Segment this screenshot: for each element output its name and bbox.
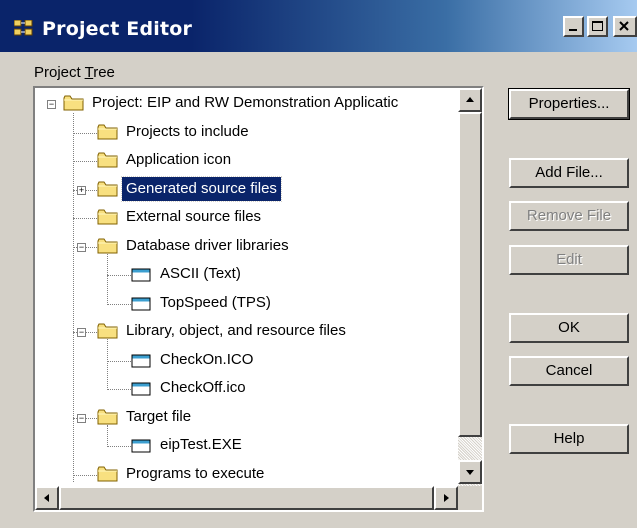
minimize-button[interactable] bbox=[563, 16, 584, 37]
tree-item-folder[interactable]: External source files bbox=[35, 205, 458, 231]
tree-item-file[interactable]: ASCII (Text) bbox=[35, 262, 458, 288]
tree-item-label: TopSpeed (TPS) bbox=[160, 293, 271, 311]
arrow-right-icon bbox=[444, 494, 449, 502]
close-icon bbox=[619, 21, 629, 31]
folder-icon bbox=[97, 181, 118, 196]
tree-item-file[interactable]: CheckOff.ico bbox=[35, 376, 458, 402]
tree-item-label: Generated source files bbox=[121, 175, 282, 202]
tree-connector-horizontal bbox=[107, 446, 131, 447]
tree-connector-horizontal bbox=[107, 303, 131, 305]
window-title: Project Editor bbox=[42, 18, 193, 40]
maximize-icon bbox=[592, 21, 603, 31]
tree-item-folder[interactable]: + Generated source files bbox=[35, 175, 458, 203]
file-icon bbox=[131, 297, 151, 310]
remove-file-button[interactable]: Remove File bbox=[509, 201, 629, 231]
tree-item-folder[interactable]: Programs to execute bbox=[35, 462, 458, 483]
tree-item-file[interactable]: CheckOn.ICO bbox=[35, 348, 458, 374]
tree-item-label: eipTest.EXE bbox=[160, 436, 242, 453]
tree-item-label: Projects to include bbox=[126, 122, 249, 140]
tree-connector-horizontal bbox=[73, 161, 97, 162]
project-editor-icon bbox=[14, 20, 33, 36]
collapse-icon[interactable]: − bbox=[77, 328, 86, 337]
tree-item-label: Project: EIP and RW Demonstration Applic… bbox=[92, 94, 399, 111]
project-tree[interactable]: − Project: EIP and RW Demonstration Appli… bbox=[33, 86, 484, 512]
tree-item-folder[interactable]: − Library, object, and resource files bbox=[35, 319, 458, 345]
file-icon bbox=[131, 382, 151, 396]
help-button[interactable]: Help bbox=[509, 424, 629, 454]
tree-item-label: ASCII (Text) bbox=[160, 265, 241, 282]
tree-item-label: Programs to execute bbox=[126, 464, 265, 482]
expand-icon[interactable]: + bbox=[77, 185, 86, 195]
tree-connector-horizontal bbox=[73, 218, 97, 219]
arrow-up-icon bbox=[466, 97, 474, 102]
project-tree-label: Project Tree bbox=[34, 64, 115, 81]
tree-item-label: CheckOn.ICO bbox=[160, 350, 254, 368]
tree-item-label: Database driver libraries bbox=[126, 236, 289, 254]
title-bar[interactable]: Project Editor bbox=[0, 0, 637, 52]
vertical-scroll-thumb[interactable] bbox=[458, 112, 482, 437]
cancel-button[interactable]: Cancel bbox=[509, 356, 629, 386]
arrow-down-icon bbox=[466, 470, 474, 475]
tree-item-folder[interactable]: Projects to include bbox=[35, 120, 458, 146]
vertical-scrollbar[interactable] bbox=[458, 88, 482, 486]
tree-item-folder[interactable]: − Project: EIP and RW Demonstration Appli… bbox=[35, 91, 458, 117]
tree-connector-horizontal bbox=[107, 275, 131, 276]
collapse-icon[interactable]: − bbox=[77, 242, 86, 252]
tree-connector-horizontal bbox=[107, 389, 131, 390]
folder-icon bbox=[97, 152, 118, 168]
tree-connector-horizontal bbox=[73, 132, 97, 134]
project-tree-label-pre: Project bbox=[34, 64, 85, 81]
project-editor-window: Project Editor Project Tree − Project: EI… bbox=[0, 0, 637, 528]
folder-icon bbox=[97, 124, 118, 139]
arrow-left-icon bbox=[44, 494, 49, 502]
project-tree-label-post: ree bbox=[93, 64, 115, 81]
tree-connector-horizontal bbox=[107, 360, 131, 362]
horizontal-scroll-thumb[interactable] bbox=[59, 486, 434, 510]
add-file-button[interactable]: Add File... bbox=[509, 158, 629, 188]
close-button[interactable] bbox=[613, 16, 637, 37]
folder-icon bbox=[97, 209, 118, 225]
tree-item-file[interactable]: TopSpeed (TPS) bbox=[35, 291, 458, 317]
folder-icon bbox=[97, 238, 118, 253]
properties-button[interactable]: Properties... bbox=[508, 88, 630, 120]
ok-button[interactable]: OK bbox=[509, 313, 629, 343]
scroll-right-button[interactable] bbox=[434, 486, 458, 510]
tree-item-folder[interactable]: Application icon bbox=[35, 148, 458, 174]
tree-item-label: Application icon bbox=[126, 151, 232, 168]
collapse-icon[interactable]: − bbox=[77, 413, 86, 423]
file-icon bbox=[131, 439, 151, 453]
folder-icon bbox=[97, 466, 118, 481]
project-tree-items: − Project: EIP and RW Demonstration Appli… bbox=[35, 88, 458, 482]
tree-item-file[interactable]: eipTest.EXE bbox=[35, 433, 458, 459]
folder-icon bbox=[97, 409, 118, 424]
file-icon bbox=[131, 268, 151, 282]
tree-item-label: Library, object, and resource files bbox=[126, 322, 346, 339]
tree-item-label: External source files bbox=[126, 208, 262, 225]
collapse-icon[interactable]: − bbox=[47, 100, 56, 109]
folder-icon bbox=[63, 95, 84, 111]
scroll-down-button[interactable] bbox=[458, 460, 482, 484]
scroll-left-button[interactable] bbox=[35, 486, 59, 510]
tree-item-folder[interactable]: − Database driver libraries bbox=[35, 234, 458, 260]
maximize-button[interactable] bbox=[587, 16, 608, 37]
scrollbar-corner bbox=[458, 486, 482, 510]
minimize-icon bbox=[569, 29, 577, 31]
file-icon bbox=[131, 354, 151, 367]
edit-button[interactable]: Edit bbox=[509, 245, 629, 275]
horizontal-scrollbar[interactable] bbox=[35, 486, 458, 510]
project-tree-label-key: T bbox=[84, 64, 94, 81]
tree-item-folder[interactable]: − Target file bbox=[35, 405, 458, 431]
scroll-up-button[interactable] bbox=[458, 88, 482, 112]
folder-icon bbox=[97, 323, 118, 339]
tree-item-label: CheckOff.ico bbox=[160, 379, 246, 396]
tree-item-label: Target file bbox=[126, 407, 192, 425]
tree-connector-horizontal bbox=[73, 474, 97, 476]
